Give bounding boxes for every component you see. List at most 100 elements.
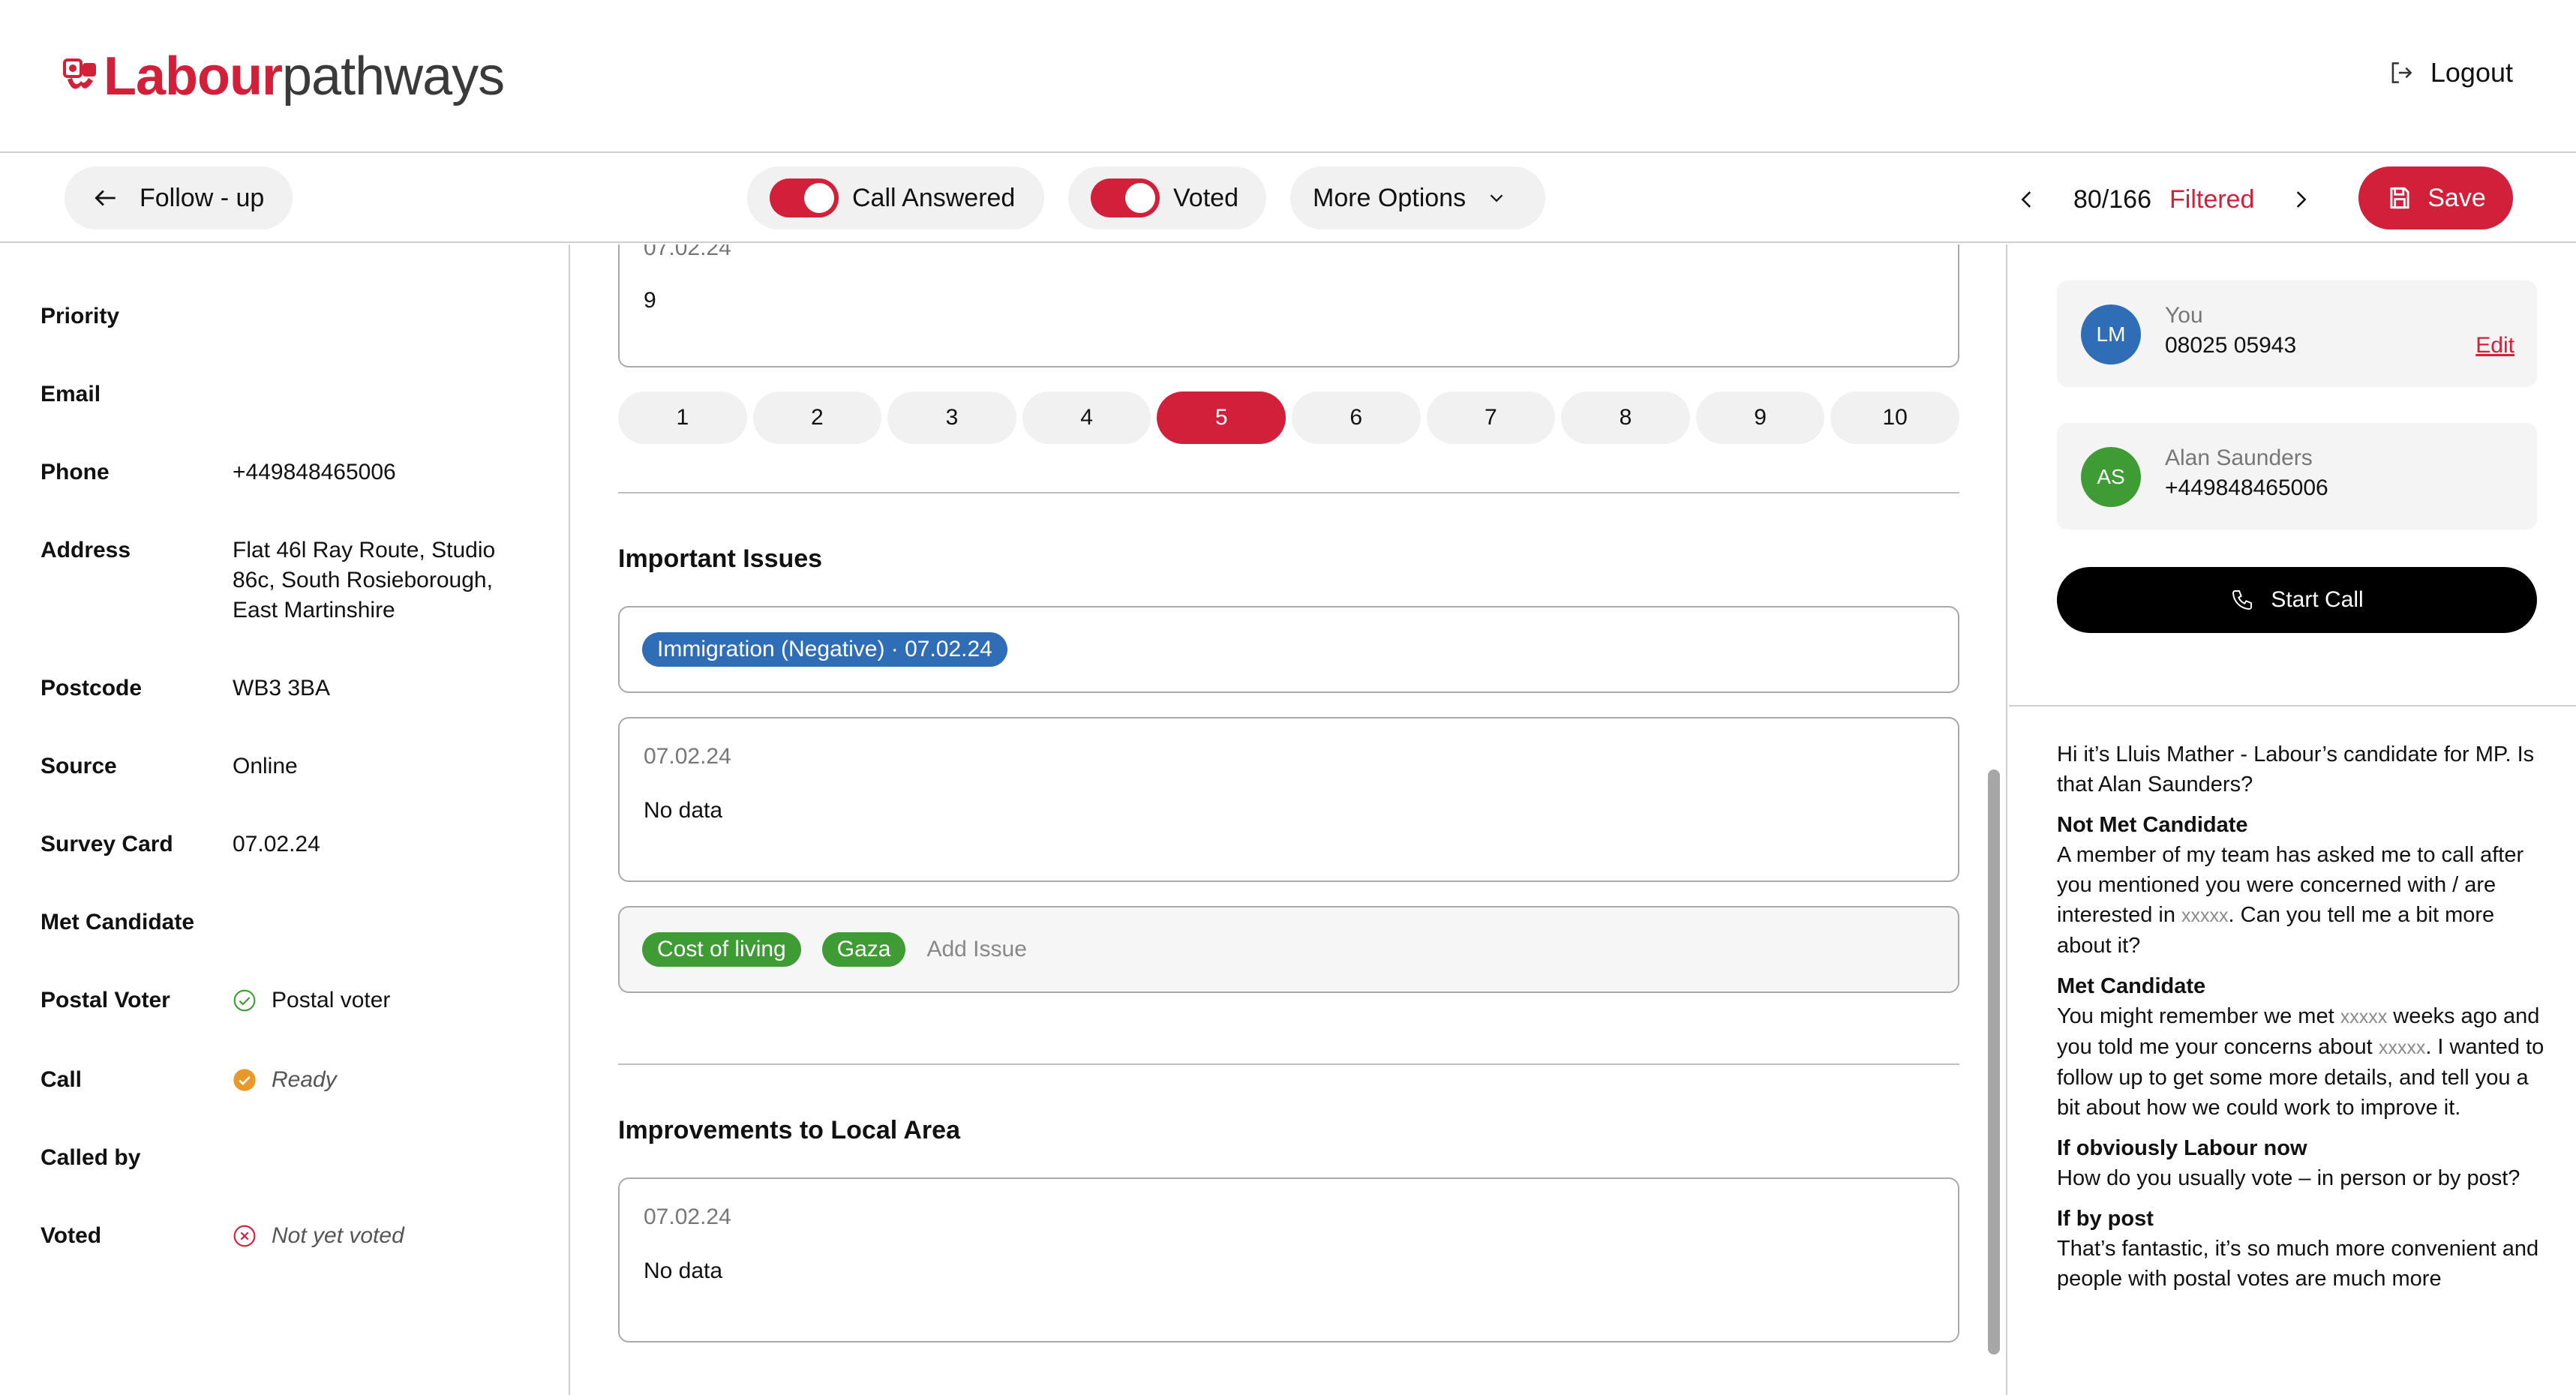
scale-option[interactable]: 10 [1830, 392, 1959, 444]
script-heading: If by post [2057, 1207, 2154, 1231]
script-text: You might remember we met xxxxx weeks ag… [2057, 1001, 2552, 1123]
address-row: Address Flat 46l Ray Route, Studio 86c, … [41, 536, 518, 626]
scale-option[interactable]: 2 [752, 392, 882, 444]
call-value: Ready [272, 1067, 337, 1092]
add-issue-input[interactable]: Add Issue [926, 937, 1026, 962]
issue-tags-input[interactable]: Cost of living Gaza Add Issue [618, 906, 1959, 993]
call-answered-toggle[interactable]: Call Answered [747, 166, 1044, 230]
check-circle-icon [233, 989, 256, 1012]
script-block-not-met: Not Met Candidate A member of my team ha… [2057, 810, 2552, 961]
email-row: Email [41, 380, 233, 410]
logout-button[interactable]: Logout [2387, 57, 2513, 88]
voter-name: Alan Saunders [2165, 446, 2313, 470]
voter-phone: +449848465006 [2165, 476, 2328, 500]
postal-voter-status: Postal voter [233, 986, 518, 1016]
note-text: 9 [644, 288, 656, 313]
avatar: LM [2081, 304, 2141, 364]
script-block-post: If by post That’s fantastic, it’s so muc… [2057, 1204, 2552, 1294]
survey-card-label: Survey Card [41, 832, 173, 856]
improvements-note-box[interactable]: 07.02.24 No data [618, 1178, 1959, 1342]
start-call-button[interactable]: Start Call [2057, 567, 2537, 633]
voter-details-panel: Priority Email Phone +449848465006 Addre… [0, 244, 570, 1395]
caller-phone: 08025 05943 [2165, 333, 2297, 358]
follow-up-back-button[interactable]: Follow - up [65, 166, 293, 230]
edit-caller-link[interactable]: Edit [2475, 333, 2514, 358]
postcode-label: Postcode [41, 676, 143, 700]
note-text: No data [644, 1258, 723, 1283]
call-answered-switch[interactable] [770, 178, 839, 218]
scale-option-selected[interactable]: 5 [1157, 392, 1286, 444]
scale-option[interactable]: 1 [618, 392, 747, 444]
rose-logo-icon [63, 58, 96, 89]
met-candidate-label: Met Candidate [41, 910, 195, 934]
logout-label: Logout [2430, 57, 2513, 88]
phone-icon [2232, 590, 2253, 610]
scale-option[interactable]: 9 [1695, 392, 1825, 444]
save-label: Save [2427, 183, 2486, 212]
script-heading: If obviously Labour now [2057, 1136, 2307, 1160]
note-date: 07.02.24 [644, 744, 731, 769]
caller-name: You [2165, 303, 2203, 328]
address-value: Flat 46l Ray Route, Studio 86c, South Ro… [233, 536, 518, 626]
labour-pathways-logo[interactable]: Labour pathways [63, 45, 505, 108]
scale-option[interactable]: 3 [887, 392, 1016, 444]
scale-option[interactable]: 6 [1291, 392, 1421, 444]
phone-label: Phone [41, 460, 110, 484]
chevron-down-icon [1490, 194, 1503, 202]
priority-label: Priority [41, 304, 120, 328]
save-button[interactable]: Save [2358, 166, 2513, 230]
issue-tag[interactable]: Cost of living [642, 932, 801, 967]
called-by-row: Called by [41, 1143, 233, 1173]
call-row: Call Ready [41, 1065, 518, 1095]
voted-toggle[interactable]: Voted [1068, 166, 1266, 230]
priority-row: Priority [41, 302, 233, 332]
logo-brand-text: Labour [104, 46, 283, 106]
note-date: 07.02.24 [644, 1204, 731, 1229]
logo-product-text: pathways [281, 46, 505, 106]
survey-card-row: Survey Card 07.02.24 [41, 830, 518, 860]
more-options-dropdown[interactable]: More Options [1290, 166, 1545, 230]
source-label: Source [41, 754, 117, 778]
postcode-value: WB3 3BA [233, 676, 331, 700]
scale-option[interactable]: 7 [1426, 392, 1556, 444]
survey-card-value: 07.02.24 [233, 832, 320, 856]
scale-option[interactable]: 8 [1561, 392, 1690, 444]
script-text: That’s fantastic, it’s so much more conv… [2057, 1237, 2539, 1291]
issue-history-tag[interactable]: Immigration (Negative) · 07.02.24 [642, 632, 1007, 667]
script-text: How do you usually vote – in person or b… [2057, 1166, 2520, 1190]
address-line: 86c, South Rosieborough, [233, 568, 493, 592]
script-heading: Not Met Candidate [2057, 813, 2248, 837]
call-script: Hi it’s Lluis Mather - Labour’s candidat… [2057, 740, 2552, 1304]
next-record-button[interactable] [2284, 183, 2317, 216]
score-note-box[interactable]: 07.02.24 9 [618, 244, 1959, 368]
caller-card: LM You 08025 05943 Edit [2057, 280, 2537, 387]
floppy-disk-icon [2390, 187, 2409, 209]
script-placeholder: xxxxx [2340, 1006, 2388, 1028]
voted-toggle-label: Voted [1173, 183, 1238, 212]
issues-note-box[interactable]: 07.02.24 No data [618, 717, 1959, 882]
scrollbar-thumb[interactable] [1988, 770, 2000, 1354]
call-answered-label: Call Answered [852, 183, 1016, 212]
avatar: AS [2081, 447, 2141, 507]
address-line: Flat 46l Ray Route, Studio [233, 538, 496, 562]
pager-filtered-link[interactable]: Filtered [2169, 185, 2254, 214]
script-block-labour: If obviously Labour now How do you usual… [2057, 1133, 2552, 1193]
previous-record-button[interactable] [2010, 183, 2043, 216]
scale-option[interactable]: 4 [1022, 392, 1151, 444]
phone-row: Phone +449848465006 [41, 458, 518, 488]
phone-value: +449848465006 [233, 460, 396, 484]
script-intro: Hi it’s Lluis Mather - Labour’s candidat… [2057, 742, 2535, 796]
arrow-left-icon [95, 190, 116, 206]
follow-up-label: Follow - up [140, 183, 265, 212]
note-date: 07.02.24 [644, 244, 731, 260]
chevron-right-icon [2297, 191, 2307, 208]
issue-tag[interactable]: Gaza [821, 932, 906, 967]
call-label: Call [41, 1067, 83, 1092]
script-block-met: Met Candidate You might remember we met … [2057, 971, 2552, 1123]
important-issues-title: Important Issues [618, 544, 823, 573]
logout-icon [2391, 62, 2412, 83]
app-header: Labour pathways Logout [0, 0, 2576, 153]
voted-status: Not yet voted [233, 1221, 518, 1251]
script-text-part: You might remember we met [2057, 1004, 2340, 1028]
voted-switch[interactable] [1091, 178, 1160, 218]
